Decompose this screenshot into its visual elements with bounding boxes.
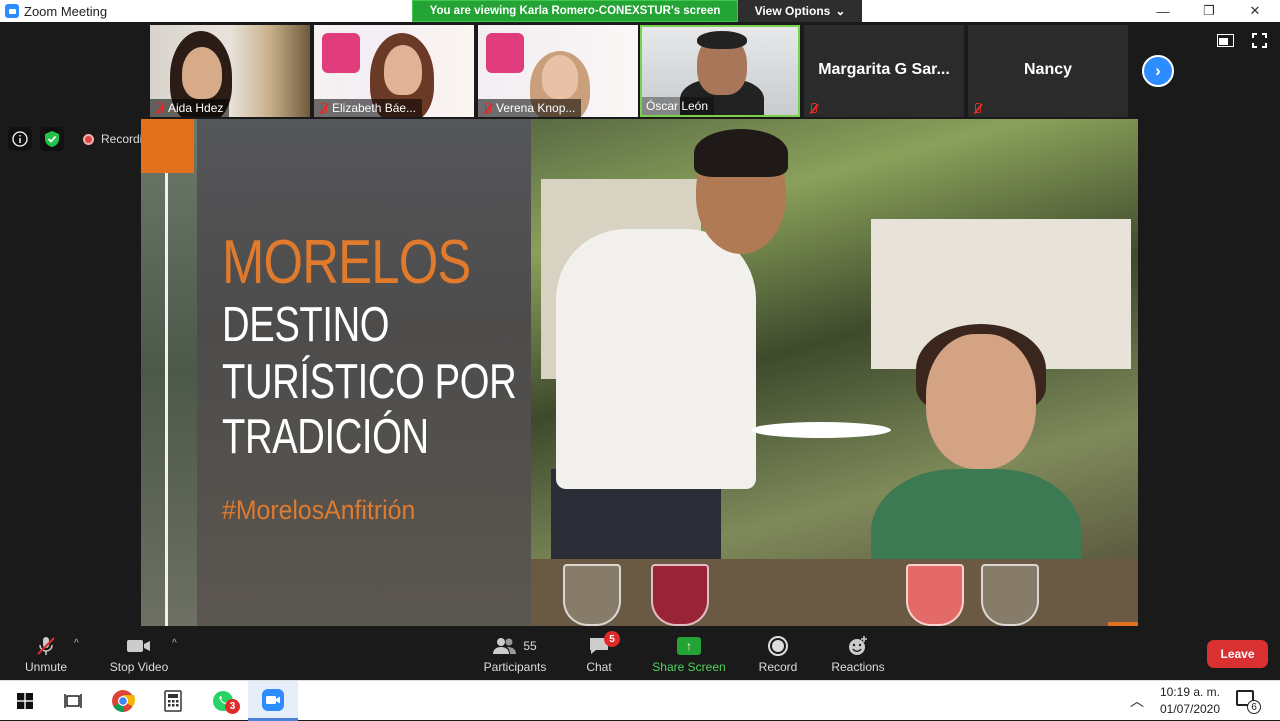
reactions-button[interactable]: Reactions <box>828 628 888 680</box>
zoom-taskbar-icon[interactable] <box>248 681 298 721</box>
video-tile-nancy[interactable]: Nancy <box>968 25 1128 117</box>
video-tile-verena[interactable]: Verena Knop... <box>478 25 638 117</box>
mic-muted-icon <box>154 102 164 114</box>
tile-name-verena: Verena Knop... <box>478 99 582 117</box>
minimize-button[interactable]: — <box>1140 0 1186 22</box>
chat-unread-badge: 5 <box>604 631 620 647</box>
mic-muted-icon <box>482 102 492 114</box>
mic-muted-icon <box>318 102 328 114</box>
meeting-info-icon[interactable] <box>8 127 32 151</box>
calculator-icon[interactable] <box>148 681 198 721</box>
participant-strip: Aida Hdez Elizabeth Báe... Verena Knop..… <box>150 25 1130 117</box>
tile-big-name-nancy: Nancy <box>1023 61 1073 78</box>
record-button[interactable]: Record <box>756 628 800 680</box>
video-options-caret[interactable]: ^ <box>172 638 177 649</box>
task-view-icon[interactable] <box>48 681 98 721</box>
participants-icon: 55 <box>493 634 537 658</box>
next-page-button[interactable]: › <box>1142 55 1174 87</box>
slide-text-panel: MORELOS DESTINO TURÍSTICO POR TRADICIÓN … <box>141 119 531 626</box>
share-screen-button[interactable]: ↑ Share Screen <box>650 628 728 680</box>
chat-icon: 5 <box>588 631 620 658</box>
tile-name-nancy <box>968 99 988 117</box>
close-button[interactable]: ✕ <box>1232 0 1278 22</box>
windows-start-icon[interactable] <box>0 681 50 721</box>
view-options-button[interactable]: View Options ⌄ <box>738 0 862 22</box>
video-tile-elizabeth[interactable]: Elizabeth Báe... <box>314 25 474 117</box>
slide-hashtag: #MorelosAnfitrión <box>222 495 416 525</box>
video-tile-aida[interactable]: Aida Hdez <box>150 25 310 117</box>
window-title: Zoom Meeting <box>24 3 108 19</box>
chevron-down-icon: ⌄ <box>835 4 846 18</box>
tile-name-aida: Aida Hdez <box>150 99 230 117</box>
video-tile-oscar[interactable]: Óscar León <box>640 25 800 117</box>
slide-line-3: TRADICIÓN <box>222 410 429 464</box>
tile-name-oscar: Óscar León <box>642 97 715 115</box>
maximize-button[interactable]: ❐ <box>1186 0 1232 22</box>
view-options-label: View Options <box>754 4 831 18</box>
clock-date: 01/07/2020 <box>1159 702 1221 716</box>
whatsapp-icon[interactable]: 3 <box>198 681 248 721</box>
notification-center-icon[interactable]: 6 <box>1236 690 1261 714</box>
video-tile-margarita[interactable]: Margarita G Sar... <box>804 25 964 117</box>
smiley-icon <box>847 634 869 658</box>
mic-muted-icon <box>972 102 982 114</box>
chevron-right-icon: › <box>1155 61 1161 80</box>
chevron-up-icon[interactable]: ︿ <box>1130 691 1144 711</box>
audio-options-caret[interactable]: ^ <box>74 638 79 649</box>
security-shield-icon[interactable] <box>40 127 64 151</box>
share-screen-icon: ↑ <box>677 634 701 658</box>
slide-divider-line <box>165 173 168 626</box>
chat-button[interactable]: 5 Chat <box>576 628 622 680</box>
windows-taskbar: 3 ︿ 10:19 a. m. 01/07/2020 6 <box>0 680 1280 721</box>
participants-button[interactable]: 55 Participants <box>478 628 552 680</box>
chrome-icon[interactable] <box>98 681 148 721</box>
fullscreen-icon[interactable] <box>1250 32 1268 48</box>
tile-big-name-margarita: Margarita G Sar... <box>818 61 950 78</box>
meeting-toolbar: Unmute ^ Stop Video ^ 55 Participants 5 … <box>0 628 1280 680</box>
slide-line-2: TURÍSTICO POR <box>222 355 517 409</box>
shared-screen: MORELOS DESTINO TURÍSTICO POR TRADICIÓN … <box>141 119 1138 626</box>
slide-line-1: DESTINO <box>222 298 390 352</box>
tile-name-margarita <box>804 99 824 117</box>
slide-title: MORELOS <box>222 228 471 297</box>
clock-time: 10:19 a. m. <box>1159 685 1221 699</box>
mic-muted-icon <box>808 102 818 114</box>
tile-name-elizabeth: Elizabeth Báe... <box>314 99 423 117</box>
mic-off-icon <box>35 634 57 658</box>
participants-count: 55 <box>523 639 537 653</box>
unmute-button[interactable]: Unmute <box>16 628 76 680</box>
zoom-app-icon <box>5 4 19 18</box>
stop-video-button[interactable]: Stop Video <box>104 628 174 680</box>
taskbar-clock[interactable]: 10:19 a. m. 01/07/2020 <box>1150 684 1230 718</box>
slide-orange-square <box>141 119 194 173</box>
video-camera-icon <box>126 634 152 658</box>
leave-button[interactable]: Leave <box>1207 640 1268 668</box>
slide-photo <box>531 119 1138 626</box>
layout-view-icon[interactable] <box>1216 33 1234 47</box>
whatsapp-unread-badge: 3 <box>225 699 240 714</box>
viewing-screen-banner: You are viewing Karla Romero-CONEXSTUR's… <box>412 0 738 22</box>
notification-count: 6 <box>1247 700 1261 714</box>
record-icon <box>768 634 788 658</box>
recording-dot-icon <box>83 133 94 145</box>
